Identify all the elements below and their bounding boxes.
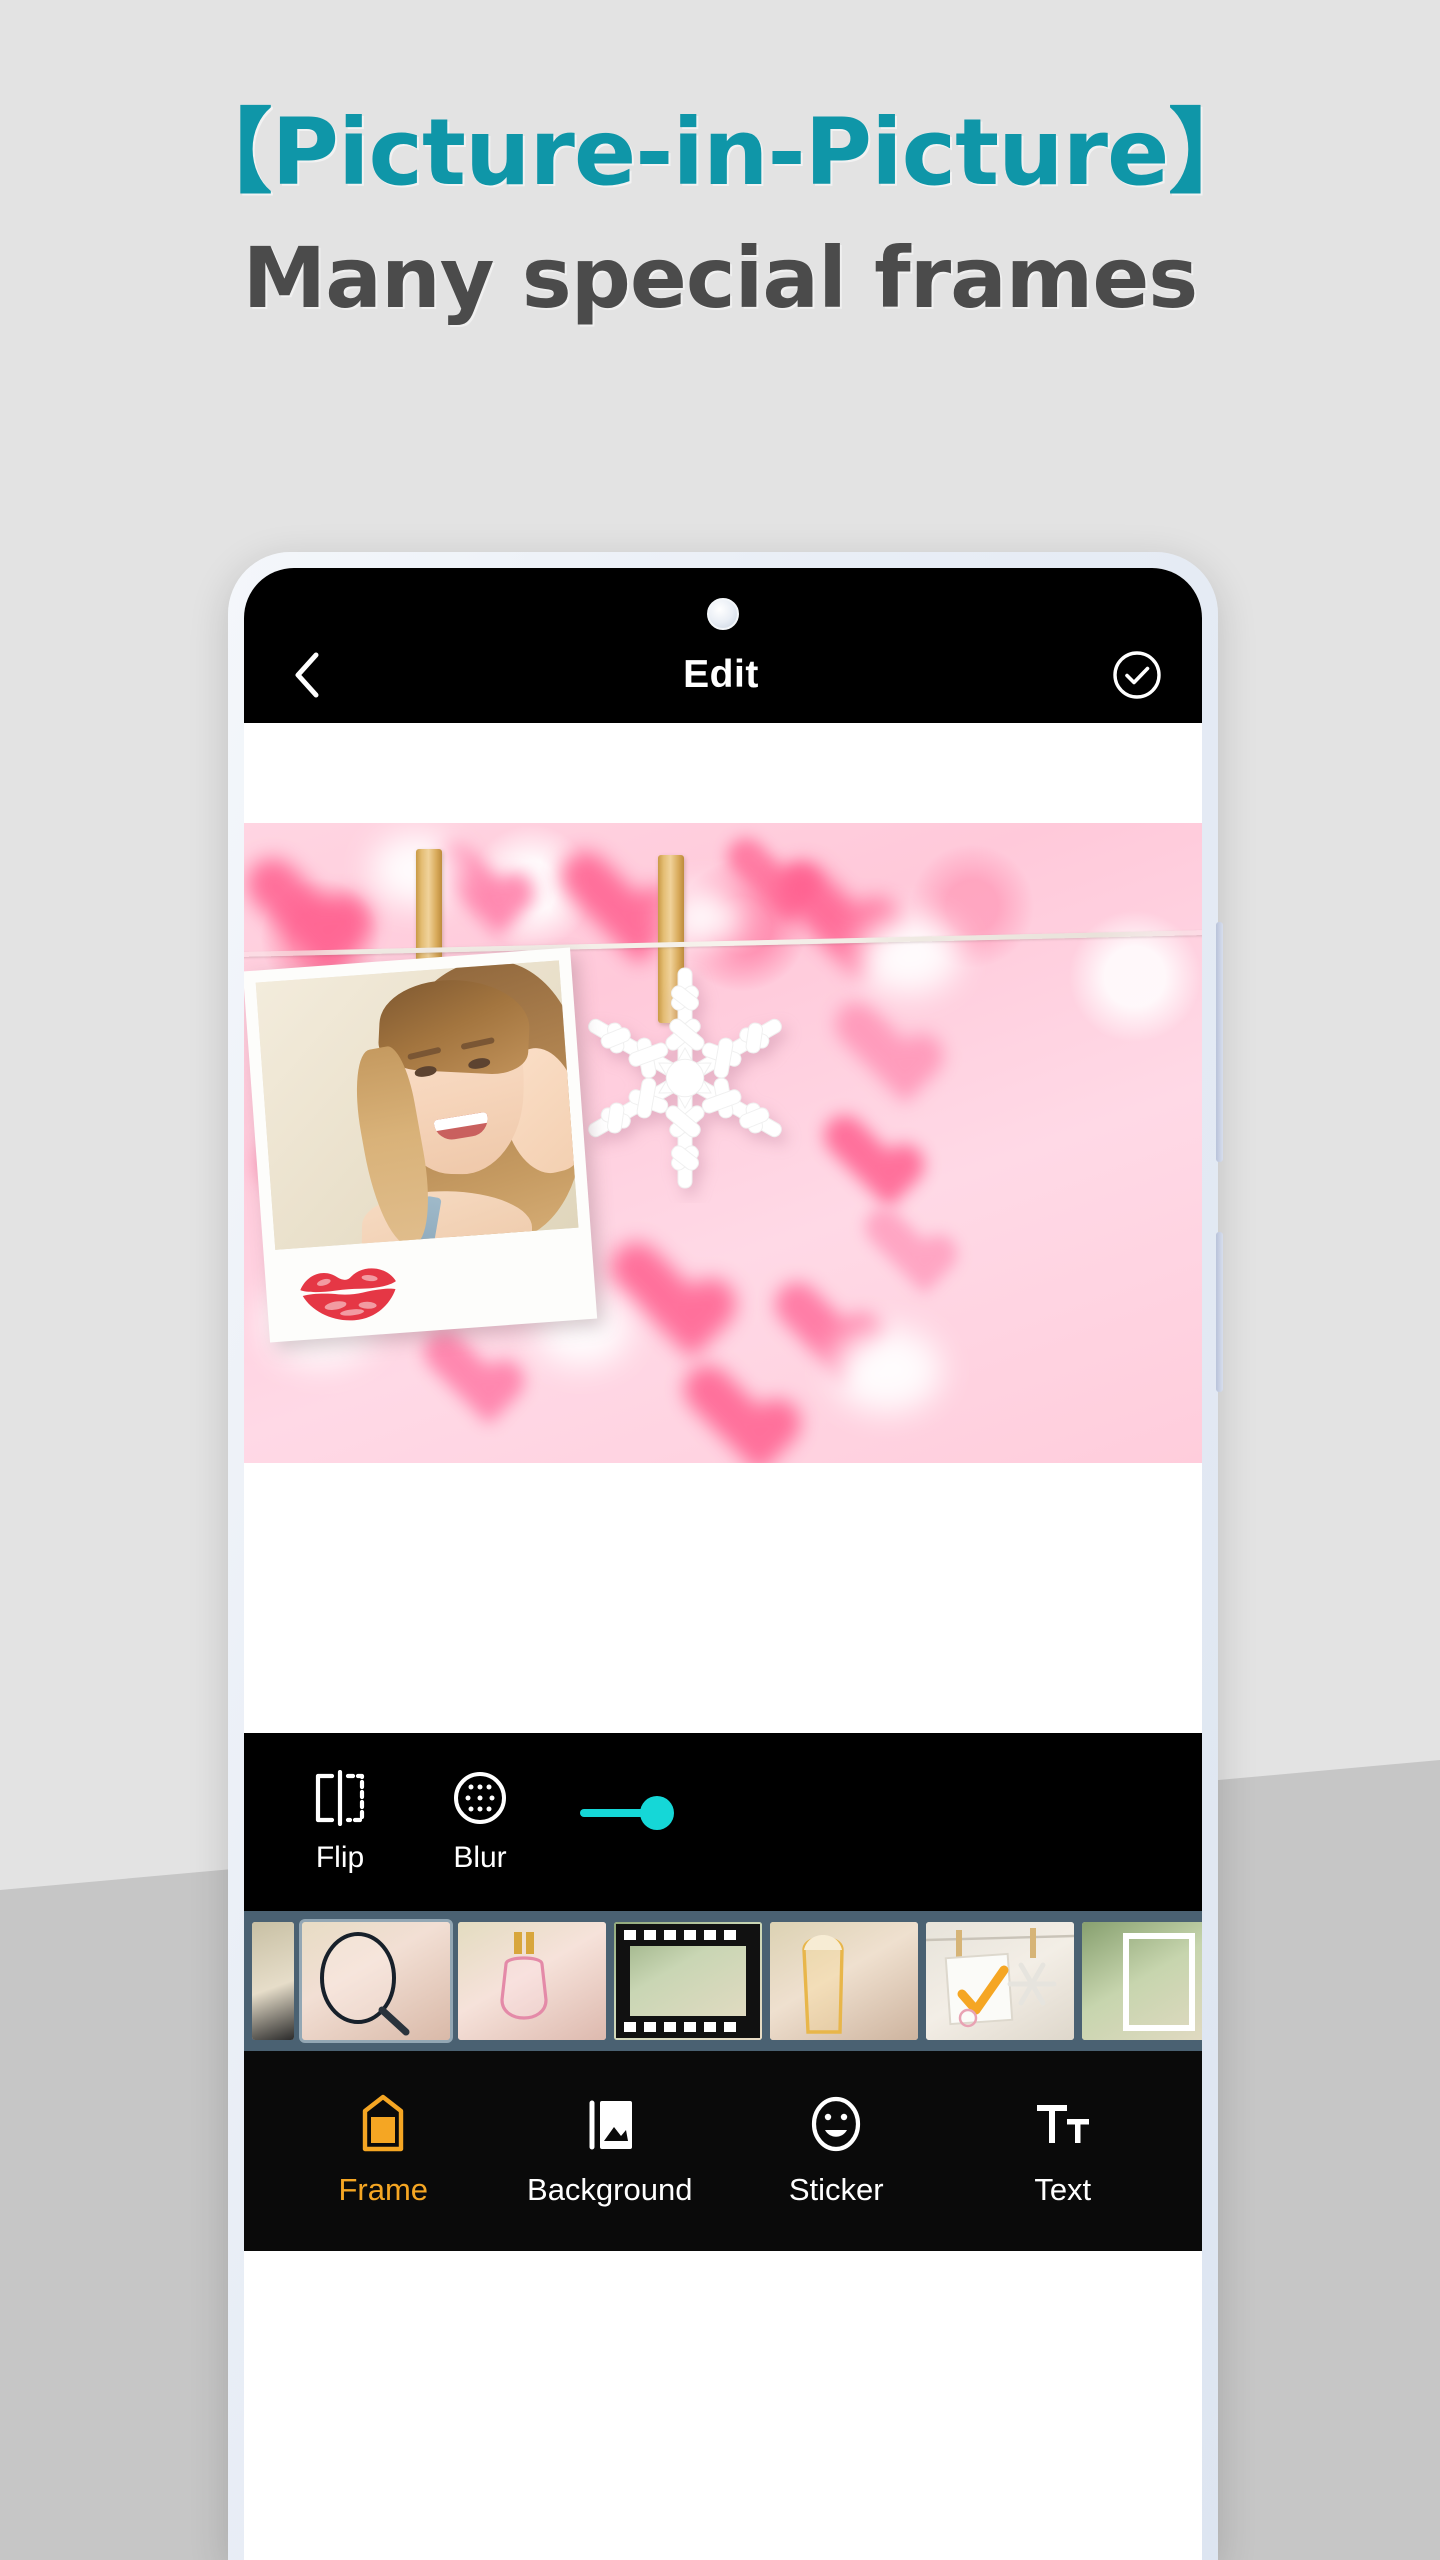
slider-thumb[interactable] [640,1796,675,1830]
nav-label-sticker: Sticker [788,2172,884,2207]
phone-mockup: Edit Flip Blur Frame Background Sticker … [228,552,1223,2560]
white-border-rect-icon [1123,1933,1195,2031]
bokeh-highlight [832,1327,942,1413]
promo-text-block: 【Picture-in-Picture】 Many special frames [0,0,1440,327]
blur-tool-label: Blur [453,1841,507,1874]
nav-item-sticker[interactable]: Sticker [731,2094,941,2208]
blur-tool-button[interactable]: Blur [410,1769,550,1875]
photo-canvas[interactable] [244,823,1202,1463]
page-title: Edit [683,653,759,696]
promo-headline: 【Picture-in-Picture】 [180,99,1261,206]
app-header: Edit [244,627,1202,723]
heart-decoration [777,865,870,949]
check-circle-icon [1113,651,1161,699]
magnifier-circle-icon [320,1932,410,2036]
nav-item-frame[interactable]: Frame [278,2094,488,2208]
snowflake-sticker[interactable] [560,953,810,1203]
frame-thumb-5[interactable] [770,1922,918,2040]
beer-glass-icon [802,1935,844,2034]
frame-thumb-2[interactable] [299,1919,453,2043]
blur-circle-icon [451,1769,509,1827]
polaroid-frame[interactable] [244,947,598,1343]
edit-toolbar: Flip Blur [244,1733,1202,1911]
lipstick-kiss-sticker[interactable] [292,1257,406,1329]
phone-screen: Edit Flip Blur Frame Background Sticker … [244,568,1202,2560]
heart-decoration [560,854,650,935]
clothesline-snowflake-icon [926,1928,1074,2028]
promo-subheadline: Many special frames [242,229,1199,327]
frame-thumbnail-strip[interactable] [244,1911,1202,2051]
frame-thumb-3[interactable] [458,1922,606,2040]
flip-tool-label: Flip [315,1841,365,1874]
heart-decoration [835,1005,916,1078]
nav-item-background[interactable]: Background [505,2094,715,2208]
frame-thumb-6[interactable] [926,1922,1074,2040]
blur-intensity-slider[interactable] [550,1796,1202,1830]
frame-thumb-7[interactable] [1082,1922,1202,2040]
heart-decoration [824,1117,898,1184]
slider-track[interactable] [580,1796,1132,1830]
nav-item-text[interactable]: Text [958,2094,1168,2208]
front-camera-icon [707,598,739,630]
nav-label-background: Background [527,2172,693,2207]
frame-icon [353,2094,413,2154]
status-bar: Edit [244,568,1202,723]
nav-label-frame: Frame [338,2172,429,2207]
film-strip-icon [616,1924,760,2038]
smiley-icon [806,2094,866,2154]
image-stack-icon [580,2094,640,2154]
perfume-bottle-icon [500,1932,548,2020]
frame-thumb-1[interactable] [252,1922,294,2040]
flip-horizontal-icon [310,1769,370,1827]
heart-decoration [865,1210,933,1272]
heart-decoration [247,861,340,945]
text-tt-icon [1031,2094,1095,2154]
frame-thumb-4[interactable] [614,1922,762,2040]
phone-power-button[interactable] [1216,1232,1223,1392]
done-button[interactable] [1110,648,1164,702]
heart-decoration [424,1333,498,1400]
nav-label-text: Text [1034,2172,1092,2207]
chevron-left-icon [295,652,319,698]
bokeh-highlight [856,915,960,995]
heart-decoration [684,1368,771,1446]
editor-workspace [244,723,1202,1733]
phone-volume-button[interactable] [1216,922,1223,1162]
bottom-navigation: Frame Background Sticker Text [244,2051,1202,2251]
user-photo[interactable] [255,960,579,1250]
back-button[interactable] [282,650,332,700]
flip-tool-button[interactable]: Flip [270,1769,410,1875]
